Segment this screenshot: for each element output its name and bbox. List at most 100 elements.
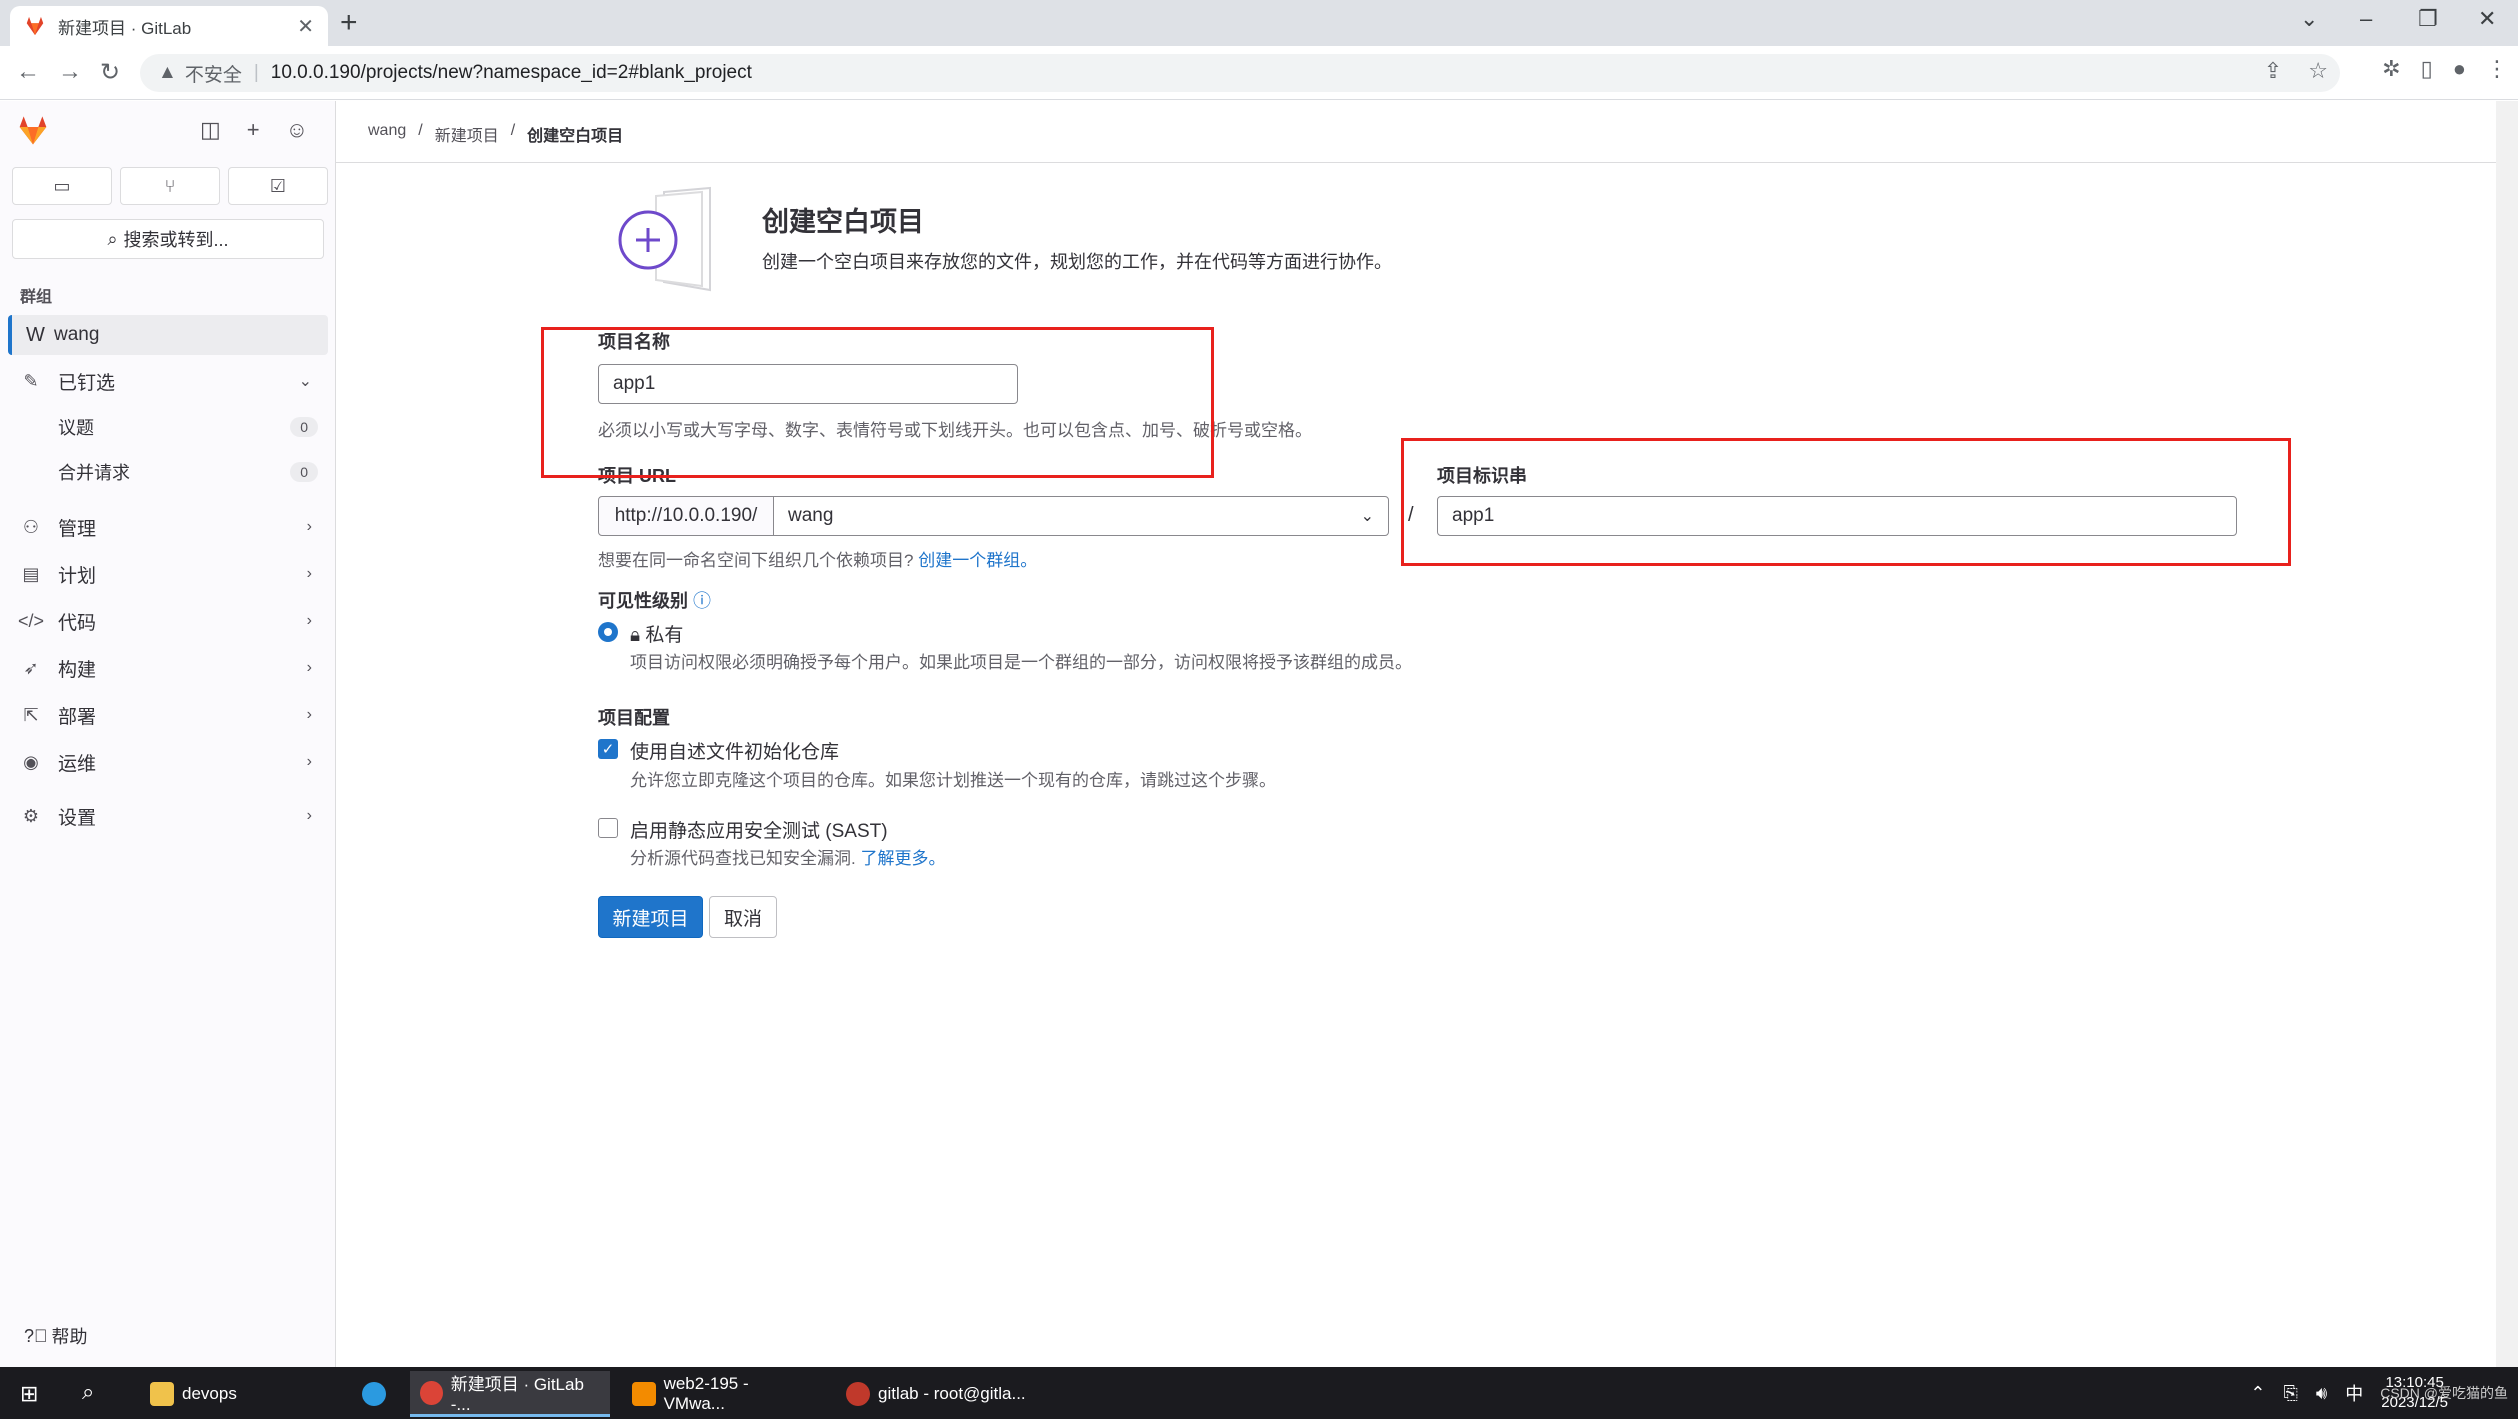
taskbar-app-chrome[interactable]: 新建项目 · GitLab -... xyxy=(410,1371,610,1417)
ime-indicator[interactable]: 中 xyxy=(2345,1380,2363,1406)
sast-help-text: 分析源代码查找已知安全漏洞. xyxy=(630,849,856,868)
merge-requests-shortcut-button[interactable]: ⑂ xyxy=(120,167,220,205)
project-url-help: 想要在同一命名空间下组织几个依赖项目? 创建一个群组。 xyxy=(598,546,1037,571)
create-new-icon[interactable]: + xyxy=(247,117,260,143)
code-icon: </> xyxy=(17,610,45,631)
reload-icon[interactable]: ↻ xyxy=(100,58,120,87)
forward-icon[interactable]: → xyxy=(58,58,82,86)
cancel-button[interactable]: 取消 xyxy=(709,896,777,938)
issues-icon: ▭ xyxy=(53,175,71,196)
count-badge: 0 xyxy=(290,462,318,482)
taskbar-app-vmware[interactable]: web2-195 - VMwa... xyxy=(622,1371,822,1417)
sidebar-item-label: 部署 xyxy=(58,706,97,728)
network-icon[interactable]: ⎘ xyxy=(2284,1383,2298,1404)
readme-help: 允许您立即克隆这个项目的仓库。如果您计划推送一个现有的仓库，请跳过这个步骤。 xyxy=(630,771,1276,790)
merge-request-icon: ⑂ xyxy=(164,175,176,196)
count-badge: 0 xyxy=(290,417,318,437)
taskbar-app-label: web2-195 - VMwa... xyxy=(663,1374,749,1413)
sidebar-item-merge-requests[interactable]: 合并请求 0 xyxy=(58,454,326,490)
browser-menu-icon[interactable]: ⋮ xyxy=(2486,56,2508,82)
sidebar-item-build[interactable]: ➶ 构建 › xyxy=(8,648,328,688)
breadcrumb-link[interactable]: 新建项目 xyxy=(435,122,499,146)
sidebar-item-settings[interactable]: ⚙ 设置 › xyxy=(8,796,328,836)
vmware-icon xyxy=(632,1382,656,1406)
url-bar[interactable]: ▲ 不安全 | 10.0.0.190/projects/new?namespac… xyxy=(140,54,2340,92)
readme-label: 使用自述文件初始化仓库 xyxy=(630,742,840,763)
divider xyxy=(336,162,2496,163)
chevron-right-icon: › xyxy=(306,518,312,535)
sidebar-section-label: 群组 xyxy=(20,289,53,306)
chevron-right-icon: › xyxy=(306,659,312,676)
sidebar-search-button[interactable]: ⌕ 搜索或转到... xyxy=(12,219,324,259)
tab-close-icon[interactable]: ✕ xyxy=(297,14,314,39)
sidebar-item-issues[interactable]: 议题 0 xyxy=(58,409,326,445)
visibility-private-radio[interactable] xyxy=(598,622,618,642)
tray-chevron-icon[interactable]: ⌃ xyxy=(2250,1383,2265,1404)
readme-checkbox[interactable]: ✓ xyxy=(598,739,618,759)
taskbar-app-edge[interactable] xyxy=(352,1371,396,1417)
sidebar-item-label: 设置 xyxy=(58,807,97,829)
sidebar-toggle-icon[interactable]: ◫ xyxy=(200,117,221,143)
extensions-icon[interactable]: ✲ xyxy=(2382,56,2400,82)
sidebar: ◫ + ☺ ▭ ⑂ ☑ ⌕ 搜索或转到... 群组 W wang ✎ 已钉选 ⌄… xyxy=(0,101,336,1367)
sidebar-item-manage[interactable]: ⚇ 管理 › xyxy=(8,507,328,547)
sidebar-group-wang[interactable]: W wang xyxy=(8,315,328,355)
group-name: wang xyxy=(54,324,100,345)
breadcrumb-separator: / xyxy=(418,122,423,139)
side-panel-icon[interactable]: ▯ xyxy=(2421,56,2433,82)
group-initial: W xyxy=(26,323,45,346)
sidebar-item-plan[interactable]: ▤ 计划 › xyxy=(8,554,328,594)
windows-taskbar: ⊞ ⌕ devops 新建项目 · GitLab -... web2-195 -… xyxy=(0,1367,2518,1419)
gitlab-logo-icon[interactable] xyxy=(16,115,50,147)
restore-icon[interactable]: ❐ xyxy=(2418,6,2438,32)
sidebar-item-deploy[interactable]: ⇱ 部署 › xyxy=(8,695,328,735)
namespace-value: wang xyxy=(788,505,834,526)
check-icon: ✓ xyxy=(601,741,615,758)
minimize-icon[interactable]: – xyxy=(2360,6,2372,32)
create-group-link[interactable]: 创建一个群组。 xyxy=(918,551,1037,570)
address-bar-row: ← → ↻ ▲ 不安全 | 10.0.0.190/projects/new?na… xyxy=(0,46,2518,100)
breadcrumb-link[interactable]: wang xyxy=(368,122,406,146)
back-icon[interactable]: ← xyxy=(16,58,40,86)
window-close-icon[interactable]: ✕ xyxy=(2478,6,2496,32)
taskbar-search-icon[interactable]: ⌕ xyxy=(82,1379,94,1405)
user-avatar-icon[interactable]: ☺ xyxy=(286,117,308,143)
gear-icon: ⚙ xyxy=(22,805,40,826)
project-url-help-text: 想要在同一命名空间下组织几个依赖项目? xyxy=(598,551,914,570)
gitlab-favicon-icon xyxy=(26,16,44,36)
sidebar-item-pinned[interactable]: ✎ 已钉选 ⌄ xyxy=(8,361,328,401)
visibility-label-text: 可见性级别 xyxy=(598,591,688,611)
sidebar-item-operate[interactable]: ◉ 运维 › xyxy=(8,742,328,782)
question-circle-icon[interactable]: ⓘ xyxy=(693,591,711,611)
page-scrollbar[interactable] xyxy=(2496,101,2518,1367)
taskbar-app-terminal[interactable]: gitlab - root@gitla... xyxy=(836,1371,1036,1417)
bookmark-star-icon[interactable]: ☆ xyxy=(2308,58,2328,84)
issues-shortcut-button[interactable]: ▭ xyxy=(12,167,112,205)
visibility-private-option: 🔒︎ 私有 xyxy=(630,620,683,647)
profile-icon[interactable]: ● xyxy=(2453,56,2466,82)
volume-icon[interactable]: 🔊︎ xyxy=(2316,1383,2327,1404)
help-button[interactable]: ?⃝ 帮助 xyxy=(24,1323,88,1349)
sidebar-item-label: 已钉选 xyxy=(58,372,116,394)
create-project-button[interactable]: 新建项目 xyxy=(598,896,703,938)
taskbar-app-label: gitlab - root@gitla... xyxy=(878,1384,1026,1403)
windows-start-icon[interactable]: ⊞ xyxy=(20,1381,38,1407)
blank-project-illustration-icon xyxy=(618,186,711,292)
sast-checkbox[interactable] xyxy=(598,818,618,838)
namespace-select[interactable]: wang ⌄ xyxy=(773,496,1389,536)
sidebar-item-code[interactable]: </> 代码 › xyxy=(8,601,328,641)
tab-search-icon[interactable]: ⌄ xyxy=(2300,6,2318,32)
browser-tab[interactable]: 新建项目 · GitLab ✕ xyxy=(10,6,328,46)
help-icon: ?⃝ xyxy=(24,1325,48,1346)
share-icon[interactable]: ⇪ xyxy=(2264,58,2282,84)
new-tab-icon[interactable]: + xyxy=(340,8,358,38)
todos-shortcut-button[interactable]: ☑ xyxy=(228,167,328,205)
chevron-right-icon: › xyxy=(306,807,312,824)
taskbar-app-label: 新建项目 · GitLab -... xyxy=(450,1375,584,1414)
annotation-box-project-name xyxy=(541,327,1214,478)
taskbar-app-devops[interactable]: devops xyxy=(140,1371,340,1417)
visibility-option-label: 私有 xyxy=(645,625,684,646)
learn-more-link[interactable]: 了解更多。 xyxy=(860,849,945,868)
visibility-help: 项目访问权限必须明确授予每个用户。如果此项目是一个群组的一部分，访问权限将授予该… xyxy=(630,653,1412,672)
page-description: 创建一个空白项目来存放您的文件，规划您的工作，并在代码等方面进行协作。 xyxy=(762,252,1392,272)
